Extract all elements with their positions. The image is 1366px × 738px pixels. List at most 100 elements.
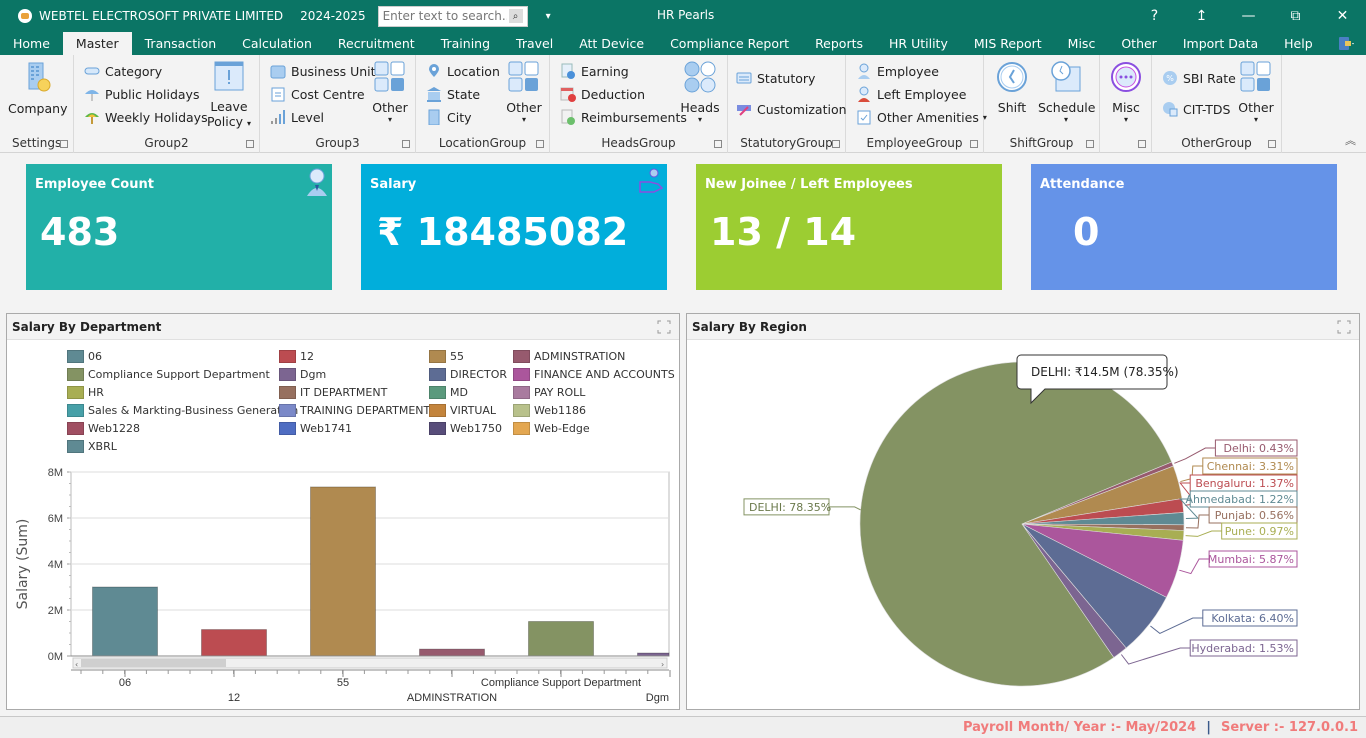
tab-hr-utility[interactable]: HR Utility [876,32,961,55]
left-employee-button[interactable]: Left Employee [856,86,966,102]
sbi-rate-button[interactable]: % SBI Rate [1162,70,1236,86]
minimize-icon[interactable]: — [1225,8,1272,24]
y-axis-title: Salary (Sum) [15,519,31,610]
city-button[interactable]: City [426,109,472,125]
search-box[interactable]: ⌕ [377,5,528,27]
group3-launcher-icon[interactable] [402,140,410,148]
legend-item-12[interactable]: 12 [279,350,314,363]
legend-item-training-department[interactable]: TRAINING DEPARTMENT [279,404,430,417]
legend-item-xbrl[interactable]: XBRL [67,440,117,453]
search-icon[interactable]: ⌕ [508,9,523,23]
tab-import-data[interactable]: Import Data [1170,32,1271,55]
maximize-panel-icon[interactable] [657,320,671,334]
tile-salary[interactable]: Salary ₹ 18485082 [361,164,667,290]
reimbursements-button[interactable]: Reimbursements [560,109,687,125]
employee-launcher-icon[interactable] [970,140,978,148]
legend-item-md[interactable]: MD [429,386,468,399]
shift-button[interactable]: Shift [994,61,1030,115]
settings-launcher-icon[interactable] [60,140,68,148]
legend-item-web1228[interactable]: Web1228 [67,422,140,435]
collapse-ribbon-icon[interactable]: ︽ [1345,132,1356,148]
other-launcher-icon[interactable] [1268,140,1276,148]
scrollbar-thumb[interactable] [81,659,226,667]
business-unit-button[interactable]: Business Unit [270,63,376,79]
tab-master[interactable]: Master [62,32,132,55]
group2-launcher-icon[interactable] [246,140,254,148]
tile-new-joinee-left[interactable]: New Joinee / Left Employees 13 / 14 [696,164,1002,290]
bar-adminstration [419,648,485,657]
other-group-other-button[interactable]: Other ▾ [1236,61,1276,125]
tab-training[interactable]: Training [428,32,503,55]
legend-item-adminstration[interactable]: ADMINSTRATION [513,350,625,363]
legend-item-dgm[interactable]: Dgm [279,368,326,381]
misc-launcher-icon[interactable] [1138,140,1146,148]
tab-reports[interactable]: Reports [802,32,876,55]
statutory-launcher-icon[interactable] [832,140,840,148]
company-button[interactable]: Company [8,60,67,116]
misc-button[interactable]: Misc ▾ [1106,61,1146,125]
shift-launcher-icon[interactable] [1086,140,1094,148]
heads-launcher-icon[interactable] [714,140,722,148]
tab-transaction[interactable]: Transaction [132,32,230,55]
legend-item-web1186[interactable]: Web1186 [513,404,586,417]
legend-item-pay-roll[interactable]: PAY ROLL [513,386,585,399]
cost-centre-button[interactable]: Cost Centre [270,86,365,102]
tab-travel[interactable]: Travel [503,32,566,55]
close-icon[interactable]: ✕ [1319,8,1366,24]
tab-mis-report[interactable]: MIS Report [961,32,1055,55]
legend-item-hr[interactable]: HR [67,386,104,399]
tab-other[interactable]: Other [1108,32,1170,55]
legend-item-web1750[interactable]: Web1750 [429,422,502,435]
deduction-button[interactable]: Deduction [560,86,645,102]
tab-att-device[interactable]: Att Device [566,32,657,55]
state-button[interactable]: State [426,86,480,102]
legend-item-web1741[interactable]: Web1741 [279,422,352,435]
tab-help[interactable]: Help [1271,32,1326,55]
legend-item-sales-markting-business-generation[interactable]: Sales & Markting-Business Generation [67,404,298,417]
umbrella-icon [85,90,99,101]
legend-item-web-edge[interactable]: Web-Edge [513,422,590,435]
restore-ribbon-icon[interactable]: ↥ [1178,8,1225,24]
employee-button[interactable]: Employee [856,63,939,79]
office-icon[interactable] [1338,36,1354,51]
pie-label-ahmedabad: Ahmedabad: 1.22% [1185,493,1294,506]
legend-item-compliance-support-department[interactable]: Compliance Support Department [67,368,270,381]
customization-button[interactable]: Customization [736,101,847,117]
location-button[interactable]: Location [426,63,500,79]
clock-icon [997,62,1027,92]
tab-compliance-report[interactable]: Compliance Report [657,32,802,55]
sbi-rate-label: SBI Rate [1183,70,1236,86]
legend-item-it-department[interactable]: IT DEPARTMENT [279,386,387,399]
legend-item-06[interactable]: 06 [67,350,102,363]
schedule-button[interactable]: Schedule ▾ [1038,61,1095,125]
legend-item-finance-and-accounts[interactable]: FINANCE AND ACCOUNTS [513,368,675,381]
location-other-button[interactable]: Other ▾ [504,61,544,125]
public-holidays-button[interactable]: Public Holidays [84,86,199,102]
weekly-holidays-button[interactable]: Weekly Holidays [84,109,208,125]
category-button[interactable]: Category [84,63,162,79]
tab-calculation[interactable]: Calculation [229,32,325,55]
help-icon[interactable]: ? [1131,8,1178,24]
legend-item-director[interactable]: DIRECTOR [429,368,507,381]
maximize-icon[interactable]: ⧉ [1272,8,1319,24]
location-launcher-icon[interactable] [536,140,544,148]
other-amenities-button[interactable]: Other Amenities ▾ [856,109,987,125]
maximize-panel-icon[interactable] [1337,320,1351,334]
heads-button[interactable]: Heads ▾ [680,61,720,125]
quick-access-dropdown-icon[interactable]: ▾ [546,11,551,22]
level-button[interactable]: Level [270,109,324,125]
tile-attendance[interactable]: Attendance 0 [1031,164,1337,290]
tab-misc[interactable]: Misc [1055,32,1109,55]
tab-recruitment[interactable]: Recruitment [325,32,428,55]
leave-policy-button[interactable]: Leave Policy ▾ [204,60,254,129]
legend-item-virtual[interactable]: VIRTUAL [429,404,496,417]
pie-label-delhi-main: DELHI: 78.35% [749,501,831,514]
cit-tds-button[interactable]: CIT-TDS [1162,101,1230,117]
tile-employee-count[interactable]: Employee Count 483 [26,164,332,290]
earning-button[interactable]: Earning [560,63,629,79]
group3-other-button[interactable]: Other ▾ [370,61,410,125]
statutory-button[interactable]: Statutory [736,70,815,86]
search-input[interactable] [378,6,507,26]
tab-home[interactable]: Home [0,32,63,55]
legend-item-55[interactable]: 55 [429,350,464,363]
